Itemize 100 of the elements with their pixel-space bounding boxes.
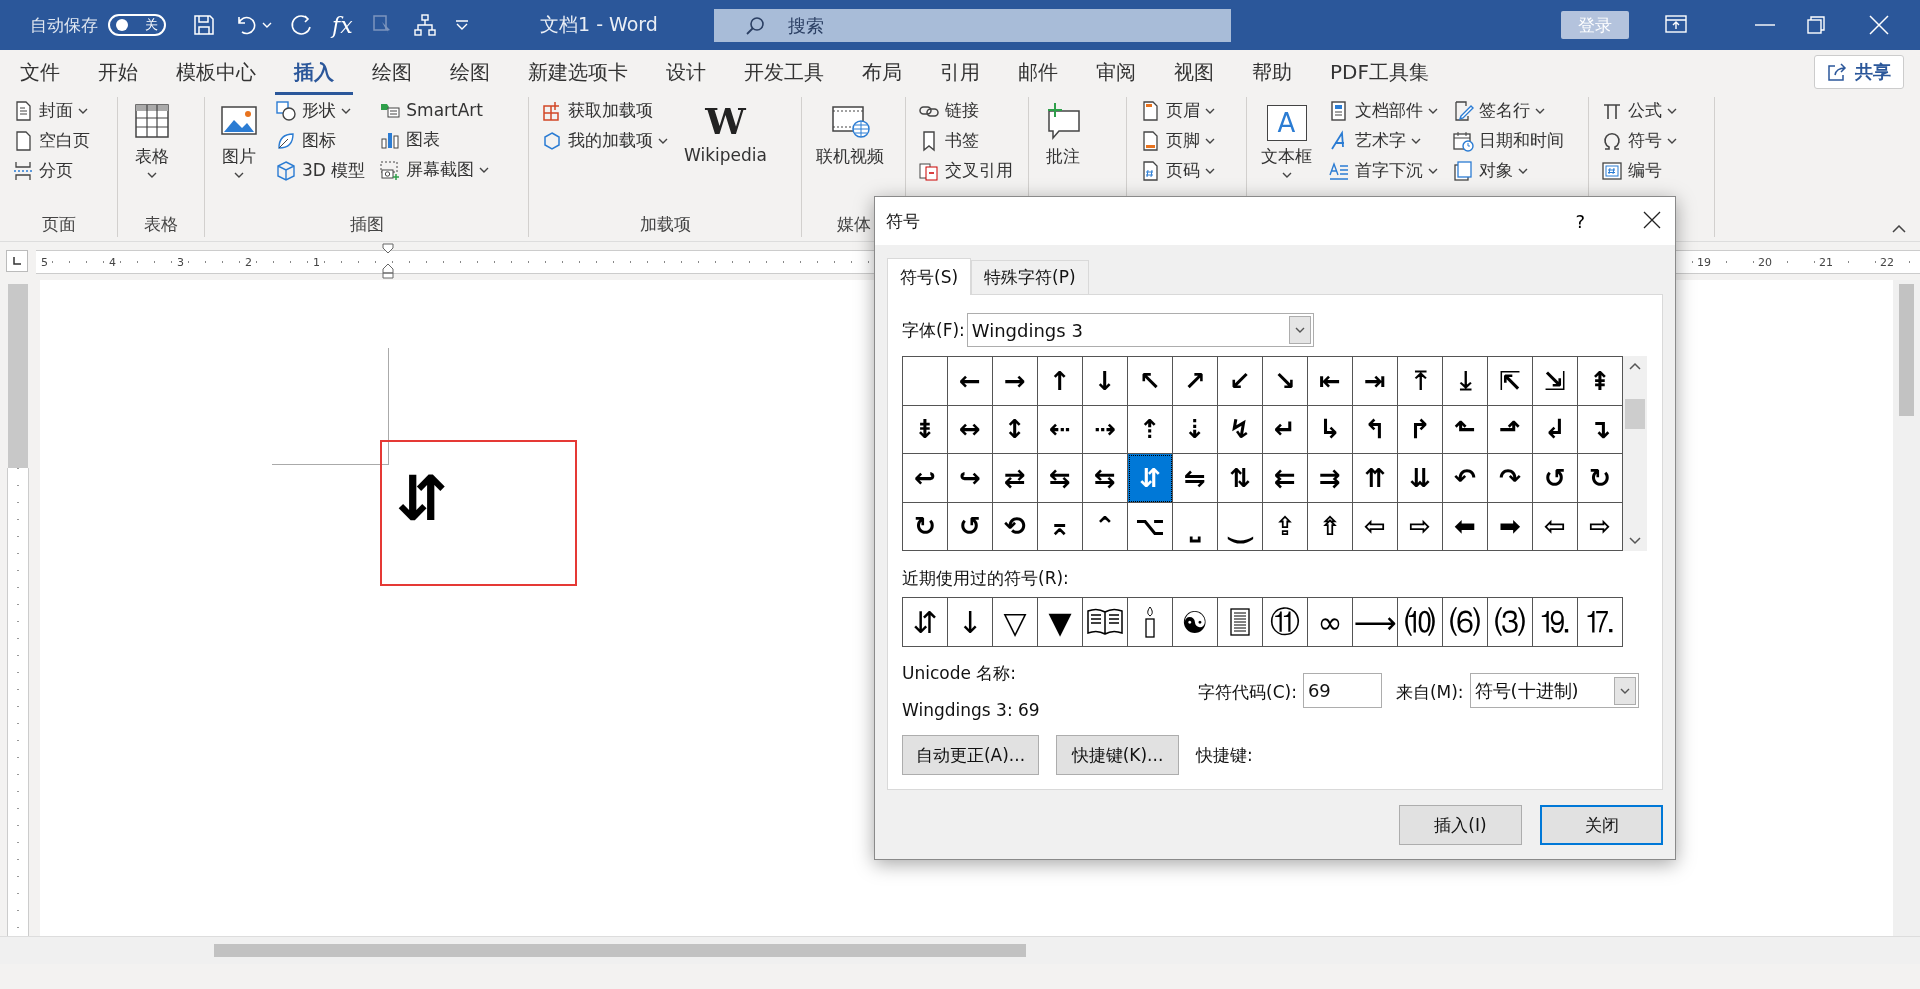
ribbon-button[interactable]: 编号 xyxy=(1599,157,1679,184)
symbol-cell[interactable]: ⇆ xyxy=(1038,454,1083,503)
symbol-cell[interactable]: ↗ xyxy=(1173,357,1218,406)
from-select[interactable]: 符号(十进制) xyxy=(1469,673,1639,708)
symbol-cell[interactable]: ⤓ xyxy=(1443,357,1488,406)
symbol-cell[interactable]: ← xyxy=(948,357,993,406)
dialog-button[interactable]: 插入(I) xyxy=(1399,805,1522,845)
ribbon-tab[interactable]: 引用 xyxy=(921,50,999,95)
ribbon-tab[interactable]: 邮件 xyxy=(999,50,1077,95)
recent-symbol-cell[interactable]: ⟶ xyxy=(1353,598,1398,646)
formula-button[interactable]: fx xyxy=(332,12,353,38)
symbol-cell[interactable]: ↳ xyxy=(1308,405,1353,454)
symbol-cell[interactable]: ↩ xyxy=(903,454,948,503)
tab-stop-selector[interactable] xyxy=(6,250,28,272)
symbol-cell[interactable]: ↻ xyxy=(903,502,948,551)
symbol-cell[interactable]: ⇈ xyxy=(1353,454,1398,503)
symbol-cell[interactable]: ↙ xyxy=(1218,357,1263,406)
ribbon-button[interactable]: 形状 xyxy=(273,97,368,124)
autocorrect-button[interactable]: 自动更正(A)... xyxy=(902,735,1039,775)
dropdown-button[interactable] xyxy=(1613,676,1636,705)
symbol-cell[interactable]: ⇨ xyxy=(1398,502,1443,551)
symbol-cell[interactable]: ⬑ xyxy=(1443,405,1488,454)
save-icon[interactable] xyxy=(192,13,216,37)
collapse-ribbon-icon[interactable] xyxy=(1892,225,1906,233)
symbol-cell[interactable]: ↱ xyxy=(1398,405,1443,454)
symbol-cell[interactable]: ➡ xyxy=(1488,502,1533,551)
symbol-cell[interactable]: ⬏ xyxy=(1488,405,1533,454)
ribbon-button[interactable]: 3D 模型 xyxy=(273,157,368,184)
dialog-button[interactable]: 关闭 xyxy=(1540,805,1663,845)
customize-caret-icon[interactable] xyxy=(454,20,469,30)
ribbon-tab[interactable]: 绘图 xyxy=(431,50,509,95)
ribbon-button[interactable]: 空白页 xyxy=(10,127,92,154)
symbol-cell[interactable]: ⇦ xyxy=(1353,502,1398,551)
ribbon-button[interactable]: SmartArt xyxy=(377,97,492,123)
symbol-cell[interactable]: ⏝ xyxy=(1218,502,1263,551)
ribbon-tab[interactable]: 审阅 xyxy=(1077,50,1155,95)
symbol-cell[interactable]: ⇣ xyxy=(1173,405,1218,454)
ribbon-button[interactable]: 艺术字 xyxy=(1326,127,1440,154)
ribbon-button[interactable]: 分页 xyxy=(10,157,92,184)
symbol-cell[interactable]: ⇨ xyxy=(1578,502,1623,551)
symbol-cell[interactable]: ⇮ xyxy=(1308,502,1353,551)
symbol-cell[interactable]: ↑ xyxy=(1038,357,1083,406)
dropdown-button[interactable] xyxy=(1288,316,1311,344)
ribbon-button[interactable]: 图表 xyxy=(377,126,492,153)
symbol-cell[interactable]: ⇵ xyxy=(1128,454,1173,503)
symbol-cell[interactable]: ⇪ xyxy=(1263,502,1308,551)
symbol-cell[interactable]: ⌃ xyxy=(1083,502,1128,551)
ribbon-button[interactable]: 获取加载项 xyxy=(539,97,670,124)
ribbon-button[interactable]: 页脚 xyxy=(1137,127,1217,154)
ribbon-tab[interactable]: 帮助 xyxy=(1233,50,1311,95)
ribbon-button[interactable]: 封面 xyxy=(10,97,92,124)
scroll-thumb[interactable] xyxy=(1625,398,1645,429)
ribbon-button[interactable]: W Wikipedia xyxy=(680,97,771,211)
symbol-cell[interactable]: ⎵ xyxy=(1173,502,1218,551)
ribbon-button[interactable]: 首字下沉 xyxy=(1326,157,1440,184)
symbol-cell[interactable]: ↘ xyxy=(1263,357,1308,406)
ribbon-button[interactable]: 表格 xyxy=(128,97,176,211)
ribbon-button[interactable]: 链接 xyxy=(916,97,1015,124)
symbol-cell[interactable]: ⤒ xyxy=(1398,357,1443,406)
shortcut-key-button[interactable]: 快捷键(K)... xyxy=(1056,735,1179,775)
symbol-cell[interactable]: ↺ xyxy=(948,502,993,551)
symbol-cell[interactable]: ↶ xyxy=(1443,454,1488,503)
symbol-cell[interactable] xyxy=(903,357,948,406)
symbol-cell[interactable]: ⇄ xyxy=(993,454,1038,503)
symbol-cell[interactable]: ↔ xyxy=(948,405,993,454)
symbol-cell[interactable]: ⌅ xyxy=(1038,502,1083,551)
symbol-cell[interactable]: ⇋ xyxy=(1173,454,1218,503)
ribbon-button[interactable]: 书签 xyxy=(916,127,1015,154)
symbol-cell[interactable]: ↕ xyxy=(993,405,1038,454)
grid-scrollbar[interactable] xyxy=(1623,356,1647,551)
symbol-cell[interactable]: ⇆ xyxy=(1083,454,1128,503)
indent-marker-icon[interactable] xyxy=(382,243,394,279)
ribbon-button[interactable]: 批注 xyxy=(1039,97,1087,211)
autosave-toggle[interactable]: 关 xyxy=(108,14,166,36)
share-button[interactable]: 共享 xyxy=(1814,55,1904,89)
symbol-cell[interactable]: ↴ xyxy=(1578,405,1623,454)
ribbon-tab[interactable]: 开发工具 xyxy=(725,50,843,95)
ribbon-tab[interactable]: 视图 xyxy=(1155,50,1233,95)
font-select[interactable]: Wingdings 3 xyxy=(966,313,1314,347)
symbol-cell[interactable]: ↯ xyxy=(1218,405,1263,454)
scroll-up-icon[interactable] xyxy=(1629,362,1641,370)
close-icon[interactable] xyxy=(1868,14,1890,36)
symbol-cell[interactable]: ⇤ xyxy=(1308,357,1353,406)
symbol-cell[interactable]: ⇞ xyxy=(1578,357,1623,406)
ribbon-button[interactable]: 对象 xyxy=(1450,157,1566,184)
ribbon-button[interactable]: 文档部件 xyxy=(1326,97,1440,124)
ribbon-tab[interactable]: 绘图 xyxy=(353,50,431,95)
ribbon-button[interactable]: 我的加载项 xyxy=(539,127,670,154)
symbol-cell[interactable]: ⟲ xyxy=(993,502,1038,551)
symbol-cell[interactable]: ⇥ xyxy=(1353,357,1398,406)
symbol-cell[interactable]: ↖ xyxy=(1128,357,1173,406)
symbol-cell[interactable]: ⬅ xyxy=(1443,502,1488,551)
symbol-cell[interactable]: ⇉ xyxy=(1308,454,1353,503)
ribbon-tab[interactable]: 设计 xyxy=(647,50,725,95)
restore-icon[interactable] xyxy=(1806,15,1826,35)
symbol-cell[interactable]: ↪ xyxy=(948,454,993,503)
symbol-cell[interactable]: ↲ xyxy=(1533,405,1578,454)
ribbon-tab[interactable]: PDF工具集 xyxy=(1311,50,1448,95)
redo-icon[interactable] xyxy=(290,13,314,37)
hierarchy-icon[interactable] xyxy=(412,13,437,37)
